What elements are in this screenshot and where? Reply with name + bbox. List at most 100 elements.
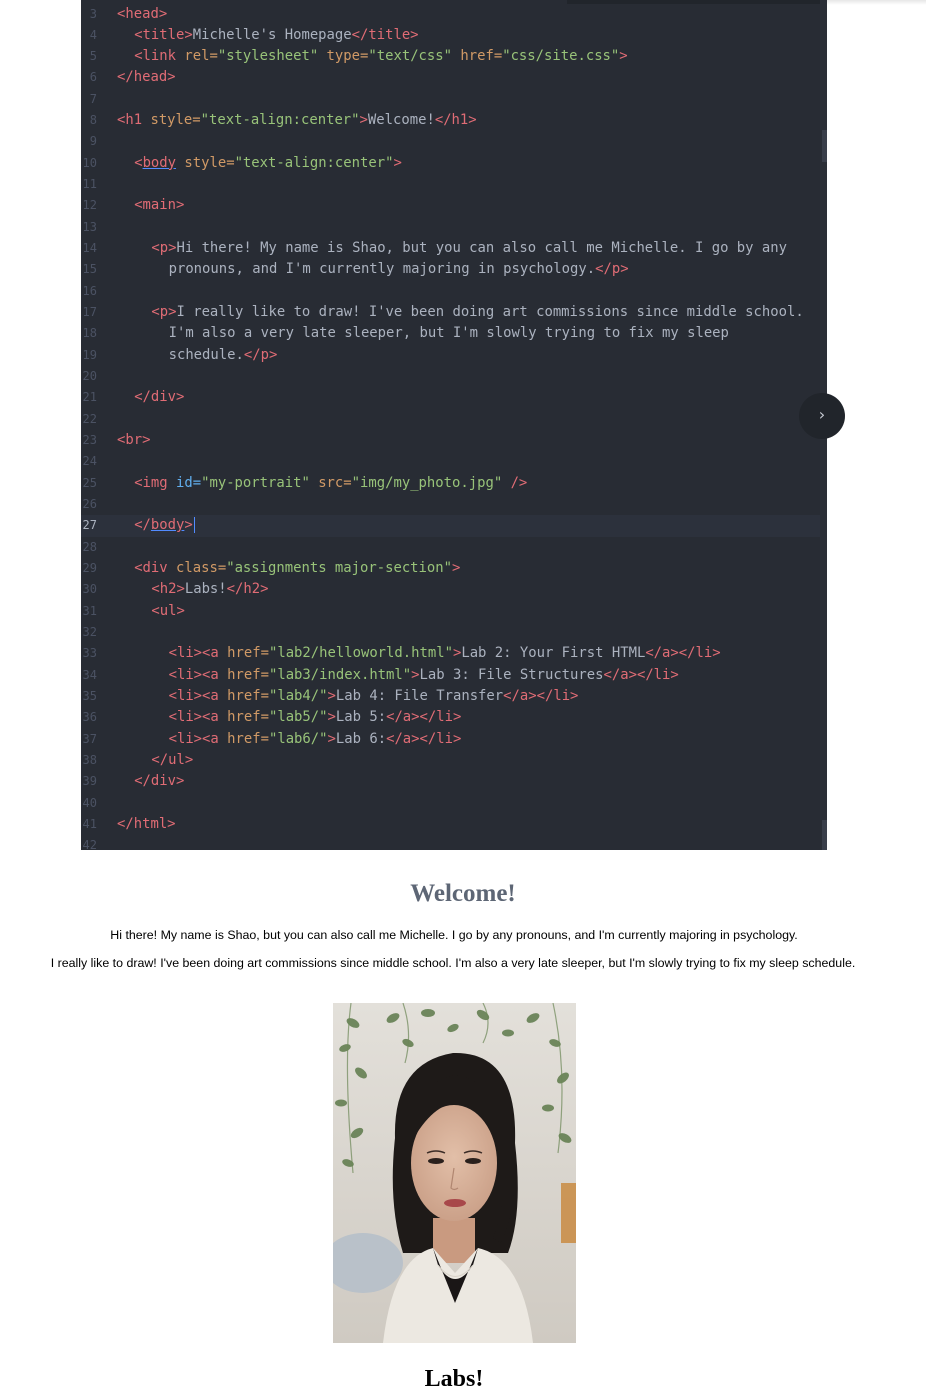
line-number: 27	[82, 518, 97, 533]
code-line[interactable]: 14 <p>Hi there! My name is Shao, but you …	[81, 238, 827, 259]
line-number: 20	[82, 369, 97, 384]
line-number: 30	[82, 582, 97, 597]
code-line[interactable]: 8 <h1 style="text-align:center">Welcome!<…	[81, 110, 827, 131]
code-text: <li><a href="lab5/">Lab 5:</a></li>	[168, 709, 462, 726]
code-line[interactable]: 4 <title>Michelle's Homepage</title>	[81, 25, 827, 46]
code-line[interactable]: 29 <div class="assignments major-section"…	[81, 558, 827, 579]
code-line[interactable]: 34 <li><a href="lab3/index.html">Lab 3: F…	[81, 665, 827, 686]
code-text: I'm also a very late sleeper, but I'm sl…	[168, 325, 729, 342]
code-line[interactable]: 15 pronouns, and I'm currently majoring i…	[81, 259, 827, 280]
code-text: <p>Hi there! My name is Shao, but you ca…	[151, 240, 787, 257]
code-text: <li><a href="lab3/index.html">Lab 3: Fil…	[168, 666, 679, 683]
line-number: 22	[82, 411, 97, 426]
line-number: 39	[82, 774, 97, 789]
code-text: <div class="assignments major-section">	[134, 560, 461, 577]
code-line[interactable]: 11	[81, 174, 827, 195]
code-line[interactable]: 31 <ul>	[81, 601, 827, 622]
code-text: </div>	[134, 773, 185, 790]
code-line[interactable]: 10 <body style="text-align:center">	[81, 153, 827, 174]
line-number: 16	[82, 283, 97, 298]
line-number: 37	[82, 731, 97, 746]
hobby-paragraph: I really like to draw! I've been doing a…	[50, 956, 856, 970]
line-number: 26	[82, 497, 97, 512]
code-line[interactable]: 18 I'm also a very late sleeper, but I'm …	[81, 323, 827, 344]
code-text: <main>	[134, 197, 185, 214]
line-number: 35	[82, 689, 97, 704]
line-number: 10	[82, 155, 97, 170]
line-number: 4	[89, 27, 97, 42]
code-editor[interactable]: 3 <head> 4 <title>Michelle's Homepage</titl…	[81, 0, 827, 850]
code-line[interactable]: 9	[81, 131, 827, 152]
labs-heading: Labs!	[424, 1366, 484, 1392]
code-text: <br>	[117, 432, 151, 449]
code-line[interactable]: 27 </body>	[81, 515, 827, 537]
line-number: 32	[82, 625, 97, 640]
code-text: </ul>	[151, 752, 194, 769]
code-line[interactable]: 38 </ul>	[81, 750, 827, 771]
code-text: </html>	[117, 816, 176, 833]
code-line[interactable]: 23 <br>	[81, 430, 827, 451]
code-line[interactable]: 7	[81, 89, 827, 110]
code-text: <li><a href="lab6/">Lab 6:</a></li>	[168, 730, 462, 747]
line-number: 29	[82, 561, 97, 576]
code-text: <img id="my-portrait" src="img/my_photo.…	[134, 474, 528, 491]
scrollbar-thumb[interactable]	[822, 130, 827, 162]
code-line[interactable]: 30 <h2>Labs!</h2>	[81, 579, 827, 600]
code-line[interactable]: 17 <p>I really like to draw! I've been do…	[81, 302, 827, 323]
code-line[interactable]: 16	[81, 281, 827, 302]
line-number: 41	[82, 817, 97, 832]
code-line[interactable]: 37 <li><a href="lab6/">Lab 6:</a></li>	[81, 729, 827, 750]
code-line[interactable]: 42	[81, 835, 827, 850]
code-text: <ul>	[151, 602, 185, 619]
code-text: <title>Michelle's Homepage</title>	[134, 26, 419, 43]
code-line[interactable]: 28	[81, 537, 827, 558]
line-number: 42	[82, 838, 97, 850]
code-text: <body style="text-align:center">	[134, 154, 402, 171]
line-number: 34	[82, 667, 97, 682]
code-text: <h2>Labs!</h2>	[151, 581, 269, 598]
code-line[interactable]: 5 <link rel="stylesheet" type="text/css" …	[81, 46, 827, 67]
code-line[interactable]: 22	[81, 409, 827, 430]
line-number: 24	[82, 454, 97, 469]
code-line[interactable]: 41 </html>	[81, 814, 827, 835]
code-line[interactable]: 33 <li><a href="lab2/helloworld.html">Lab…	[81, 643, 827, 664]
line-number: 31	[82, 603, 97, 618]
code-line[interactable]: 19 schedule.</p>	[81, 345, 827, 366]
line-number: 3	[89, 6, 97, 21]
portrait-image	[333, 1003, 576, 1343]
line-number: 38	[82, 753, 97, 768]
line-number: 33	[82, 646, 97, 661]
code-line[interactable]: 39 </div>	[81, 771, 827, 792]
code-text: <li><a href="lab2/helloworld.html">Lab 2…	[168, 645, 721, 662]
line-number: 19	[82, 347, 97, 362]
chevron-right-icon: ›	[818, 405, 826, 424]
code-line[interactable]: 32	[81, 622, 827, 643]
page-heading: Welcome!	[410, 880, 516, 907]
line-number: 25	[82, 475, 97, 490]
line-number: 7	[89, 91, 97, 106]
line-number: 28	[82, 539, 97, 554]
code-line[interactable]: 35 <li><a href="lab4/">Lab 4: File Transf…	[81, 686, 827, 707]
code-line[interactable]: 20	[81, 366, 827, 387]
line-number: 9	[89, 134, 97, 149]
line-number: 12	[82, 198, 97, 213]
code-line[interactable]: 26	[81, 494, 827, 515]
expand-panel-button[interactable]: ›	[799, 393, 845, 439]
code-line[interactable]: 40	[81, 793, 827, 814]
code-text: </head>	[117, 69, 176, 86]
line-number: 14	[82, 241, 97, 256]
code-line[interactable]: 24	[81, 451, 827, 472]
line-number: 23	[82, 433, 97, 448]
code-line[interactable]: 36 <li><a href="lab5/">Lab 5:</a></li>	[81, 707, 827, 728]
divider	[827, 0, 926, 5]
code-line[interactable]: 13	[81, 217, 827, 238]
code-line[interactable]: 21 </div>	[81, 387, 827, 408]
code-line[interactable]: 6 </head>	[81, 67, 827, 88]
code-line[interactable]: 25 <img id="my-portrait" src="img/my_phot…	[81, 473, 827, 494]
line-number: 13	[82, 219, 97, 234]
line-number: 36	[82, 710, 97, 725]
code-text: <link rel="stylesheet" type="text/css" h…	[134, 48, 628, 65]
code-text: schedule.</p>	[168, 346, 278, 363]
code-line[interactable]: 12 <main>	[81, 195, 827, 216]
code-line[interactable]: 3 <head>	[81, 4, 827, 25]
